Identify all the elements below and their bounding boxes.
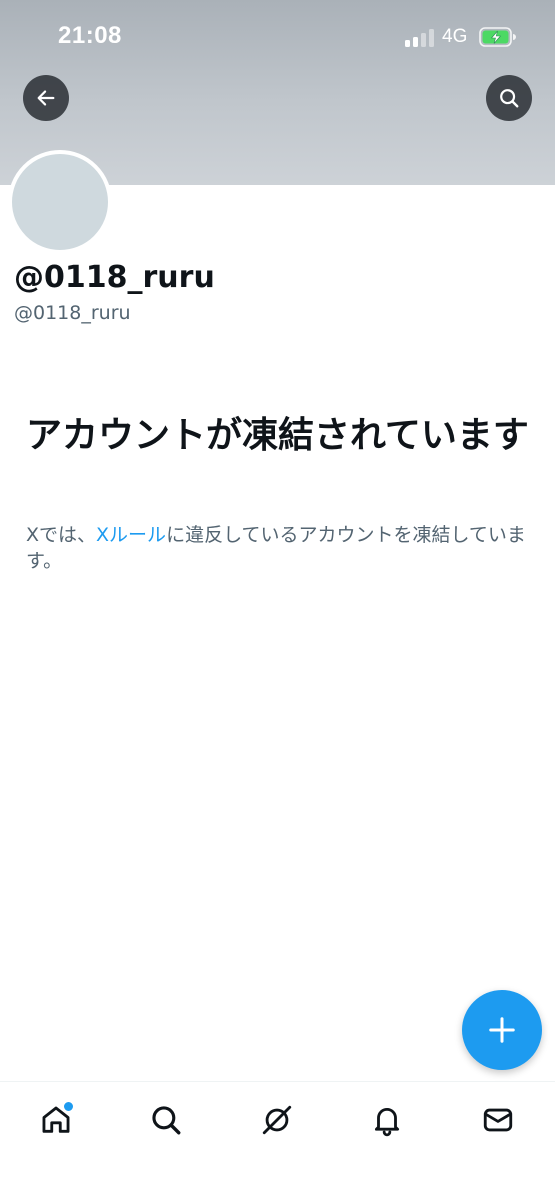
network-type: 4G bbox=[442, 26, 468, 47]
battery-charging-icon bbox=[479, 27, 516, 47]
profile-handle: @0118_ruru bbox=[14, 302, 131, 324]
plus-icon bbox=[489, 1017, 515, 1043]
compose-post-button[interactable] bbox=[462, 990, 542, 1070]
x-rules-link[interactable]: Xルール bbox=[96, 524, 166, 546]
back-button[interactable] bbox=[23, 75, 69, 121]
nav-home[interactable] bbox=[36, 1100, 76, 1140]
suspended-description: Xでは、Xルールに違反しているアカウントを凍結しています。 bbox=[26, 522, 531, 574]
search-icon bbox=[152, 1106, 181, 1135]
status-time: 21:08 bbox=[58, 22, 122, 49]
bell-icon bbox=[374, 1108, 400, 1137]
avatar[interactable] bbox=[8, 150, 112, 254]
nav-explore[interactable] bbox=[146, 1100, 186, 1140]
home-notification-dot bbox=[63, 1101, 74, 1112]
profile-display-name: @0118_ruru bbox=[14, 260, 215, 295]
search-button[interactable] bbox=[486, 75, 532, 121]
nav-messages[interactable] bbox=[478, 1100, 518, 1140]
nav-notifications[interactable] bbox=[367, 1100, 407, 1140]
suspended-desc-prefix: Xでは、 bbox=[26, 524, 97, 546]
mail-icon bbox=[483, 1108, 513, 1132]
search-icon bbox=[500, 89, 519, 108]
nav-grok[interactable] bbox=[257, 1100, 297, 1140]
status-bar: 21:08 4G bbox=[0, 0, 555, 74]
suspended-title: アカウントが凍結されています bbox=[26, 415, 529, 456]
grok-icon bbox=[262, 1105, 292, 1135]
cellular-signal-icon bbox=[405, 27, 435, 47]
bottom-navigation bbox=[0, 1081, 555, 1201]
arrow-left-icon bbox=[37, 90, 55, 106]
